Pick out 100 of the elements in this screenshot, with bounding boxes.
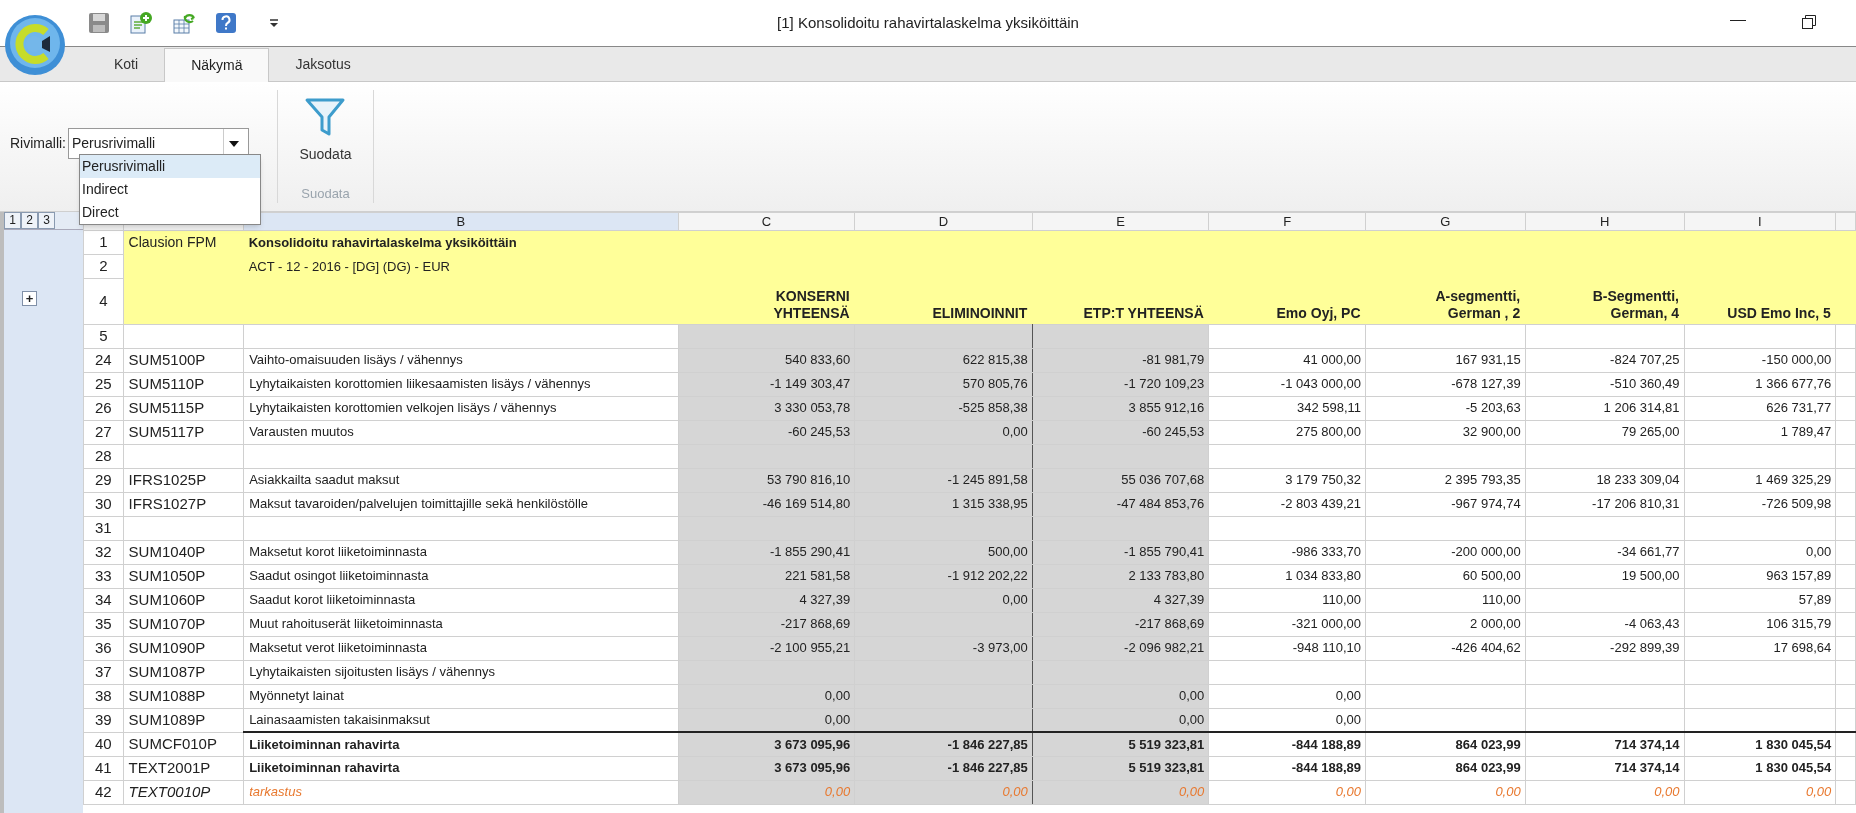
column-header: B xyxy=(243,212,679,231)
value-cell: 0,00 xyxy=(1208,684,1366,708)
help-icon[interactable] xyxy=(215,12,237,34)
value-cell: 342 598,11 xyxy=(1208,396,1366,420)
value-cell: 0,00 xyxy=(678,780,855,804)
dropdown-option[interactable]: Perusrivimalli xyxy=(80,155,260,178)
value-cell: -17 206 810,31 xyxy=(1525,492,1684,516)
value-cell: 19 500,00 xyxy=(1525,564,1684,588)
ribbon-tab[interactable]: Näkymä xyxy=(164,48,270,82)
value-cell: 79 265,00 xyxy=(1525,420,1684,444)
row-code: SUM5115P xyxy=(123,396,244,420)
value-cell: -60 245,53 xyxy=(678,420,855,444)
value-cell: -726 509,98 xyxy=(1684,492,1836,516)
row-number: 25 xyxy=(83,372,124,396)
value-cell: -1 846 227,85 xyxy=(854,756,1033,780)
column-header: I xyxy=(1684,212,1836,231)
value-cell: -3 973,00 xyxy=(854,636,1033,660)
table-refresh-icon[interactable] xyxy=(172,11,196,35)
outline-level-button[interactable]: 3 xyxy=(38,212,55,229)
row-code: IFRS1025P xyxy=(123,468,244,492)
row-code: TEXT2001P xyxy=(123,756,244,780)
outline-level-button[interactable]: 1 xyxy=(4,212,21,229)
row-code: TEXT0010P xyxy=(123,780,244,804)
value-cell: -4 063,43 xyxy=(1525,612,1684,636)
report-title: Konsolidoitu rahavirtalaskelma yksiköittäin xyxy=(243,230,679,255)
expand-button[interactable]: + xyxy=(22,291,37,306)
value-cell: 53 790 816,10 xyxy=(678,468,855,492)
save-icon[interactable] xyxy=(88,12,110,34)
value-cell: -948 110,10 xyxy=(1208,636,1366,660)
value-cell: -2 096 982,21 xyxy=(1032,636,1209,660)
value-cell: -150 000,00 xyxy=(1684,348,1836,372)
row-label: Muut rahoituserät liiketoiminnasta xyxy=(243,612,679,636)
value-cell: 3 179 750,32 xyxy=(1208,468,1366,492)
value-cell: -217 868,69 xyxy=(678,612,855,636)
ribbon-tab[interactable]: Koti xyxy=(88,47,165,81)
value-cell: 1 315 338,95 xyxy=(854,492,1033,516)
value-cell: -525 858,38 xyxy=(854,396,1033,420)
value-cell: 2 395 793,35 xyxy=(1365,468,1526,492)
row-label: Saadut osingot liiketoiminnasta xyxy=(243,564,679,588)
column-title: USD Emo Inc, 5 xyxy=(1684,278,1836,324)
row-label: Lainasaamisten takaisinmaksut xyxy=(243,708,679,732)
document-add-icon[interactable] xyxy=(129,11,153,35)
value-cell: 18 233 309,04 xyxy=(1525,468,1684,492)
row-label: Saadut korot liiketoiminnasta xyxy=(243,588,679,612)
value-cell: 0,00 xyxy=(1525,780,1684,804)
value-cell: -824 707,25 xyxy=(1525,348,1684,372)
row-number: 28 xyxy=(83,444,124,468)
value-cell: -292 899,39 xyxy=(1525,636,1684,660)
value-cell: 864 023,99 xyxy=(1365,756,1526,780)
row-code: IFRS1027P xyxy=(123,492,244,516)
value-cell: 1 789,47 xyxy=(1684,420,1836,444)
value-cell: 2 133 783,80 xyxy=(1032,564,1209,588)
row-number: 27 xyxy=(83,420,124,444)
value-cell: -1 846 227,85 xyxy=(854,732,1033,756)
value-cell: -844 188,89 xyxy=(1208,732,1366,756)
value-cell: -1 245 891,58 xyxy=(854,468,1033,492)
customize-toolbar-icon[interactable] xyxy=(269,18,279,28)
dropdown-option[interactable]: Indirect xyxy=(80,178,260,201)
value-cell: 3 673 095,96 xyxy=(678,732,855,756)
column-header: G xyxy=(1365,212,1526,231)
value-cell: -60 245,53 xyxy=(1032,420,1209,444)
value-cell: 55 036 707,68 xyxy=(1032,468,1209,492)
value-cell: -1 149 303,47 xyxy=(678,372,855,396)
value-cell: 3 855 912,16 xyxy=(1032,396,1209,420)
value-cell: 0,00 xyxy=(1684,780,1836,804)
row-number: 35 xyxy=(83,612,124,636)
value-cell: 41 000,00 xyxy=(1208,348,1366,372)
row-label: tarkastus xyxy=(243,780,679,804)
row-number: 40 xyxy=(83,732,124,756)
column-header: E xyxy=(1032,212,1209,231)
row-number: 5 xyxy=(83,324,124,348)
value-cell: 0,00 xyxy=(854,420,1033,444)
minimize-icon[interactable] xyxy=(1730,20,1746,22)
row-model-label: Rivimalli: xyxy=(10,134,66,153)
value-cell: 110,00 xyxy=(1208,588,1366,612)
value-cell: 0,00 xyxy=(1032,708,1209,732)
restore-icon[interactable] xyxy=(1801,14,1817,30)
filter-button[interactable]: Suodata xyxy=(295,94,356,165)
column-title: KONSERNI YHTEENSÄ xyxy=(678,278,855,324)
value-cell: 0,00 xyxy=(1365,780,1526,804)
value-cell: 4 327,39 xyxy=(678,588,855,612)
row-code: SUM1070P xyxy=(123,612,244,636)
value-cell: 3 330 053,78 xyxy=(678,396,855,420)
report-subtitle: ACT - 12 - 2016 - [DG] (DG) - EUR xyxy=(243,254,679,278)
row-number: 33 xyxy=(83,564,124,588)
value-cell: -510 360,49 xyxy=(1525,372,1684,396)
row-number: 30 xyxy=(83,492,124,516)
value-cell: 0,00 xyxy=(1208,708,1366,732)
column-title: B-Segmentti, German, 4 xyxy=(1525,278,1684,324)
outline-level-button[interactable]: 2 xyxy=(21,212,38,229)
value-cell: 1 206 314,81 xyxy=(1525,396,1684,420)
value-cell: 4 327,39 xyxy=(1032,588,1209,612)
value-cell: 0,00 xyxy=(854,780,1033,804)
value-cell: -200 000,00 xyxy=(1365,540,1526,564)
value-cell: -967 974,74 xyxy=(1365,492,1526,516)
ribbon-tab[interactable]: Jaksotus xyxy=(269,47,377,81)
column-header: D xyxy=(854,212,1033,231)
value-cell: -2 803 439,21 xyxy=(1208,492,1366,516)
row-number: 39 xyxy=(83,708,124,732)
value-cell: 221 581,58 xyxy=(678,564,855,588)
